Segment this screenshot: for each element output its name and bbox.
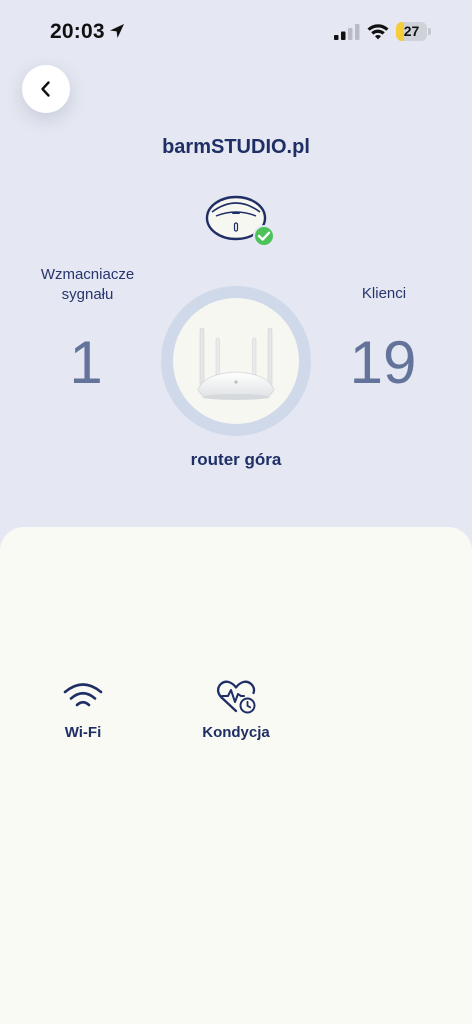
check-circle-icon bbox=[253, 225, 275, 247]
router-node[interactable] bbox=[161, 286, 311, 436]
status-bar: 20:03 27 bbox=[0, 0, 472, 62]
wifi-button[interactable]: Wi-Fi bbox=[43, 678, 123, 741]
battery-cap bbox=[428, 28, 431, 35]
wifi-icon bbox=[63, 683, 103, 707]
battery-icon: 27 bbox=[396, 22, 431, 41]
battery-level: 27 bbox=[403, 23, 420, 39]
network-overview-screen: 20:03 27 barmSTUDIO.pl Wzmacniacze sygna… bbox=[0, 0, 472, 1024]
health-button[interactable]: Kondycja bbox=[186, 678, 286, 741]
router-icon bbox=[197, 327, 275, 400]
heart-pulse-clock-icon bbox=[216, 680, 256, 714]
router-image-frame bbox=[173, 298, 299, 424]
bottom-sheet: Wi-Fi Kondycja bbox=[0, 527, 472, 1024]
mesh-satellite-icon[interactable] bbox=[204, 192, 276, 248]
battery-body: 27 bbox=[396, 22, 427, 41]
cellular-signal-icon bbox=[334, 24, 360, 40]
extenders-count[interactable]: 1 bbox=[46, 333, 126, 393]
wifi-icon bbox=[367, 24, 389, 40]
extenders-label: Wzmacniacze sygnału bbox=[40, 266, 135, 303]
health-button-label: Kondycja bbox=[202, 724, 270, 741]
location-arrow-icon bbox=[110, 24, 124, 38]
network-name: barmSTUDIO.pl bbox=[162, 136, 310, 158]
status-time: 20:03 bbox=[50, 20, 105, 43]
wifi-button-label: Wi-Fi bbox=[64, 724, 102, 741]
clients-label: Klienci bbox=[361, 285, 407, 302]
back-button[interactable] bbox=[22, 65, 70, 113]
router-name: router góra bbox=[190, 450, 282, 469]
chevron-left-icon bbox=[41, 81, 50, 97]
clients-count[interactable]: 19 bbox=[330, 333, 436, 393]
